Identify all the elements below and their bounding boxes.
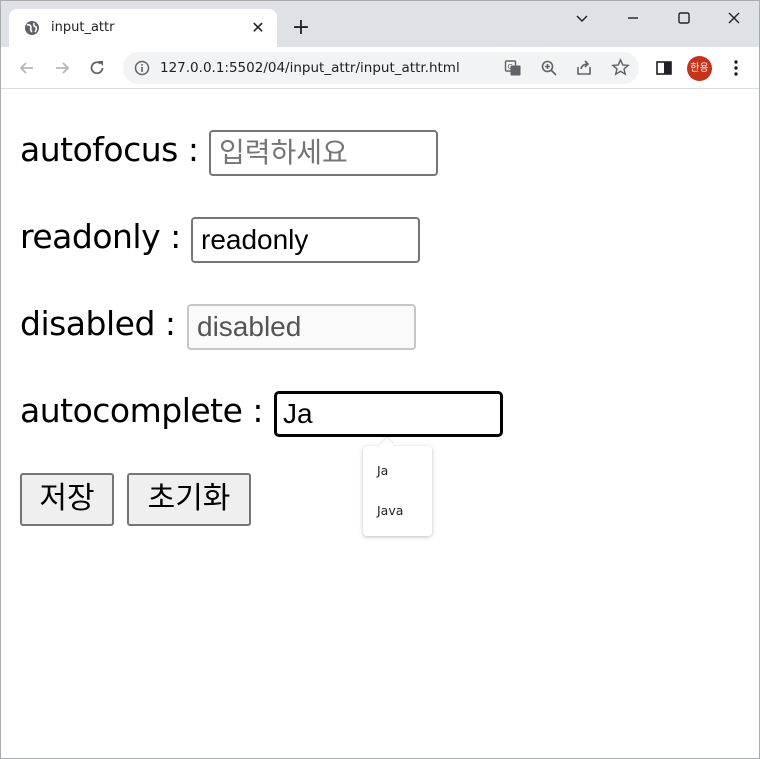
maximize-icon[interactable] bbox=[673, 7, 695, 29]
minimize-icon[interactable] bbox=[622, 7, 644, 29]
zoom-icon[interactable] bbox=[540, 59, 558, 77]
more-menu-icon[interactable] bbox=[726, 58, 746, 78]
close-tab-icon[interactable]: ✕ bbox=[248, 18, 268, 38]
close-window-icon[interactable] bbox=[723, 7, 745, 29]
bookmark-star-icon[interactable] bbox=[611, 58, 630, 77]
reset-button[interactable]: 초기화 bbox=[127, 473, 251, 526]
side-panel-icon[interactable] bbox=[654, 58, 674, 78]
share-icon[interactable] bbox=[575, 59, 593, 77]
browser-tab[interactable]: input_attr ✕ bbox=[9, 9, 277, 47]
autofocus-input[interactable]: 입력하세요 bbox=[209, 130, 438, 176]
page-content: autofocus : 입력하세요 readonly : readonly di… bbox=[1, 90, 759, 758]
back-arrow-icon[interactable] bbox=[17, 58, 37, 78]
forward-arrow-icon[interactable] bbox=[52, 58, 72, 78]
new-tab-button[interactable]: + bbox=[289, 16, 313, 40]
tab-strip: input_attr ✕ + bbox=[1, 1, 759, 47]
autocomplete-suggestions: Ja Java bbox=[363, 446, 432, 536]
disabled-label: disabled : bbox=[20, 304, 176, 343]
disabled-input: disabled bbox=[187, 304, 416, 350]
profile-avatar[interactable]: 한용 bbox=[687, 56, 712, 81]
browser-toolbar: 127.0.0.1:5502/04/input_attr/input_attr.… bbox=[1, 47, 759, 89]
info-icon[interactable] bbox=[134, 60, 150, 76]
url-text: 127.0.0.1:5502/04/input_attr/input_attr.… bbox=[160, 60, 460, 76]
address-bar[interactable]: 127.0.0.1:5502/04/input_attr/input_attr.… bbox=[123, 52, 639, 84]
svg-text:G: G bbox=[508, 63, 513, 71]
translate-icon[interactable]: G bbox=[504, 59, 522, 77]
chevron-down-icon[interactable] bbox=[571, 7, 593, 29]
reload-icon[interactable] bbox=[87, 58, 107, 78]
tab-title: input_attr bbox=[51, 20, 115, 35]
autocomplete-input[interactable]: Ja bbox=[274, 391, 503, 437]
readonly-input[interactable]: readonly bbox=[191, 217, 420, 263]
autofocus-label: autofocus : bbox=[20, 130, 199, 169]
autocomplete-label: autocomplete : bbox=[20, 391, 264, 430]
suggestion-item[interactable]: Ja bbox=[363, 451, 432, 491]
suggestion-item[interactable]: Java bbox=[363, 491, 432, 531]
save-button[interactable]: 저장 bbox=[20, 473, 114, 526]
browser-window: input_attr ✕ + 127.0.0.1:5502/04/input_a… bbox=[0, 0, 760, 759]
readonly-label: readonly : bbox=[20, 217, 181, 256]
globe-icon bbox=[25, 21, 39, 35]
